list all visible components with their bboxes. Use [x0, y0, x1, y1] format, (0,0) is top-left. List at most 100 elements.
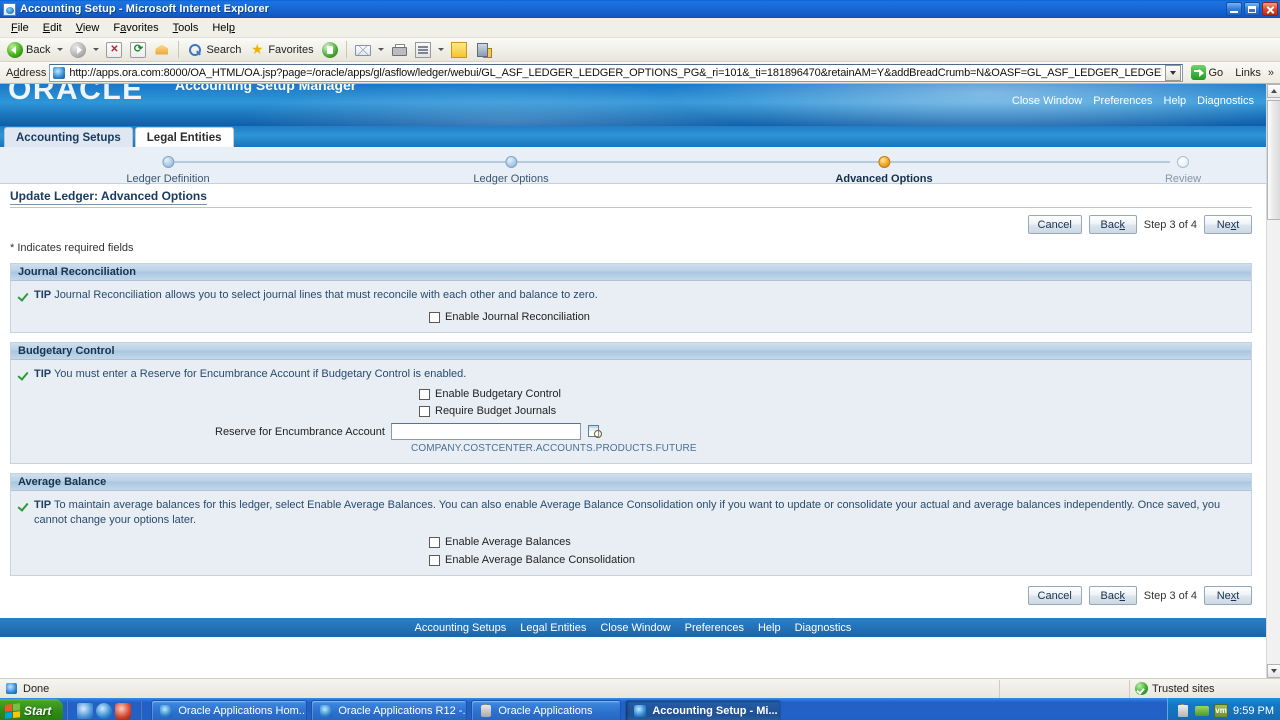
- start-button[interactable]: Start: [0, 699, 64, 720]
- security-zone-cell[interactable]: Trusted sites: [1130, 680, 1280, 698]
- task-button-oracle-applications-home[interactable]: Oracle Applications Hom...: [151, 700, 308, 720]
- star-icon: [249, 42, 265, 58]
- train-stop-review[interactable]: Review: [1165, 156, 1201, 185]
- field-label: Reserve for Encumbrance Account: [215, 425, 385, 438]
- task-button-oracle-applications[interactable]: Oracle Applications: [471, 700, 622, 720]
- restore-button[interactable]: [1244, 2, 1260, 16]
- media-player-icon[interactable]: [115, 703, 132, 719]
- next-label-post: t: [1236, 589, 1240, 602]
- notes-button[interactable]: [448, 39, 470, 61]
- section-header: Average Balance: [11, 474, 1251, 491]
- edit-page-icon: [414, 41, 431, 58]
- footer-link-accounting-setups[interactable]: Accounting Setups: [415, 622, 507, 634]
- menu-item-edit[interactable]: Edit: [36, 20, 69, 36]
- mail-button[interactable]: [352, 39, 374, 61]
- messenger-button[interactable]: [472, 39, 494, 61]
- checkbox-enable-average-balance-consolidation[interactable]: Enable Average Balance Consolidation: [429, 554, 1243, 566]
- print-button[interactable]: [388, 39, 410, 61]
- checkbox-enable-budgetary-control[interactable]: Enable Budgetary Control: [419, 388, 1243, 400]
- go-button[interactable]: Go: [1186, 63, 1229, 83]
- checkbox-icon[interactable]: [419, 405, 430, 417]
- minimize-button[interactable]: [1226, 2, 1242, 16]
- cancel-button-bottom[interactable]: Cancel: [1027, 586, 1082, 605]
- global-link-preferences[interactable]: Preferences: [1093, 95, 1152, 107]
- forward-button[interactable]: [67, 39, 89, 61]
- close-window-button[interactable]: [1262, 2, 1278, 16]
- footer-link-preferences[interactable]: Preferences: [685, 622, 744, 634]
- address-input[interactable]: http://apps.ora.com:8000/OA_HTML/OA.jsp?…: [49, 63, 1183, 82]
- global-link-close-window[interactable]: Close Window: [1012, 95, 1082, 107]
- checkbox-enable-journal-reconciliation[interactable]: Enable Journal Reconciliation: [429, 311, 1243, 323]
- vm-tray-icon[interactable]: vm: [1214, 704, 1229, 718]
- cancel-button-top[interactable]: Cancel: [1027, 215, 1082, 234]
- task-button-oracle-applications-r12[interactable]: Oracle Applications R12 -...: [311, 700, 468, 720]
- field-reserve-for-encumbrance-account: Reserve for Encumbrance Account: [215, 423, 1243, 440]
- page-scrollbar[interactable]: [1266, 84, 1280, 678]
- footer-link-close-window[interactable]: Close Window: [600, 622, 670, 634]
- flexfield-lov-icon[interactable]: [587, 424, 602, 439]
- status-progress-cell: [1000, 679, 1130, 698]
- checkbox-enable-average-balances[interactable]: Enable Average Balances: [429, 536, 1243, 548]
- task-button-label: Oracle Applications Hom...: [178, 705, 308, 717]
- checkbox-require-budget-journals[interactable]: Require Budget Journals: [419, 405, 1243, 417]
- edit-button[interactable]: [412, 39, 434, 61]
- forward-dropdown-icon[interactable]: [93, 48, 100, 51]
- network-tray-icon[interactable]: [1195, 704, 1210, 718]
- next-button-top[interactable]: Ne x t: [1204, 215, 1252, 234]
- footer-link-legal-entities[interactable]: Legal Entities: [520, 622, 586, 634]
- menu-item-tools[interactable]: Tools: [166, 20, 206, 36]
- train-stop-ledger-definition[interactable]: Ledger Definition: [126, 156, 210, 185]
- links-chevron-icon[interactable]: »: [1268, 67, 1277, 79]
- scroll-down-button[interactable]: [1267, 664, 1280, 678]
- quicklaunch-separator: [66, 701, 69, 720]
- tip-text: Journal Reconciliation allows you to sel…: [54, 289, 598, 301]
- tip-prefix: TIP: [34, 368, 52, 380]
- taskbar-clock[interactable]: 9:59 PM: [1233, 705, 1274, 717]
- global-link-help[interactable]: Help: [1164, 95, 1187, 107]
- scrollbar-thumb[interactable]: [1267, 100, 1280, 220]
- task-button-accounting-setup[interactable]: Accounting Setup - Mi...: [625, 700, 782, 720]
- global-link-diagnostics[interactable]: Diagnostics: [1197, 95, 1254, 107]
- footer-link-diagnostics[interactable]: Diagnostics: [795, 622, 852, 634]
- java-tray-icon[interactable]: [1176, 704, 1190, 718]
- toolbar-separator-1: [178, 41, 180, 58]
- quick-launch-bar: [71, 699, 137, 720]
- scroll-up-button[interactable]: [1267, 84, 1280, 98]
- stop-button[interactable]: [103, 39, 125, 61]
- tip-check-icon: [19, 369, 30, 380]
- home-button[interactable]: [151, 39, 173, 61]
- menu-item-view[interactable]: View: [69, 20, 107, 36]
- menu-item-file[interactable]: File: [4, 20, 36, 36]
- address-dropdown-button[interactable]: [1164, 64, 1181, 81]
- browser-viewport: ORACLE Accounting Setup Manager Close Wi…: [0, 84, 1280, 678]
- internet-explorer-icon[interactable]: [96, 703, 113, 719]
- show-desktop-icon[interactable]: [77, 703, 94, 719]
- checkbox-icon[interactable]: [429, 311, 440, 323]
- checkbox-icon[interactable]: [429, 536, 440, 548]
- media-button[interactable]: [319, 39, 341, 61]
- links-button[interactable]: Links: [1231, 67, 1265, 79]
- back-dropdown-icon[interactable]: [57, 48, 64, 51]
- search-button[interactable]: Search: [184, 39, 244, 61]
- favorites-button[interactable]: Favorites: [246, 39, 316, 61]
- menu-item-help[interactable]: Help: [205, 20, 242, 36]
- back-button-top[interactable]: Bac k: [1088, 215, 1137, 234]
- footer-link-help[interactable]: Help: [758, 622, 781, 634]
- next-button-bottom[interactable]: Ne x t: [1204, 586, 1252, 605]
- tab-legal-entities[interactable]: Legal Entities: [134, 127, 234, 147]
- train-stop-ledger-options[interactable]: Ledger Options: [473, 156, 549, 185]
- status-page-icon: [5, 682, 19, 696]
- tab-accounting-setups[interactable]: Accounting Setups: [4, 127, 133, 147]
- menu-item-favorites[interactable]: Favorites: [106, 20, 165, 36]
- back-button[interactable]: Back: [4, 39, 53, 61]
- checkbox-icon[interactable]: [419, 388, 430, 400]
- flexfield-structure-hint: COMPANY.COSTCENTER.ACCOUNTS.PRODUCTS.FUT…: [411, 443, 697, 454]
- checkbox-icon[interactable]: [429, 554, 440, 566]
- reserve-encumbrance-input[interactable]: [390, 423, 581, 440]
- back-button-bottom[interactable]: Bac k: [1088, 586, 1137, 605]
- refresh-button[interactable]: [127, 39, 149, 61]
- train-stop-advanced-options[interactable]: Advanced Options: [835, 156, 933, 185]
- oracle-logo: ORACLE: [8, 84, 144, 106]
- mail-dropdown-icon[interactable]: [377, 48, 384, 51]
- edit-dropdown-icon[interactable]: [437, 48, 444, 51]
